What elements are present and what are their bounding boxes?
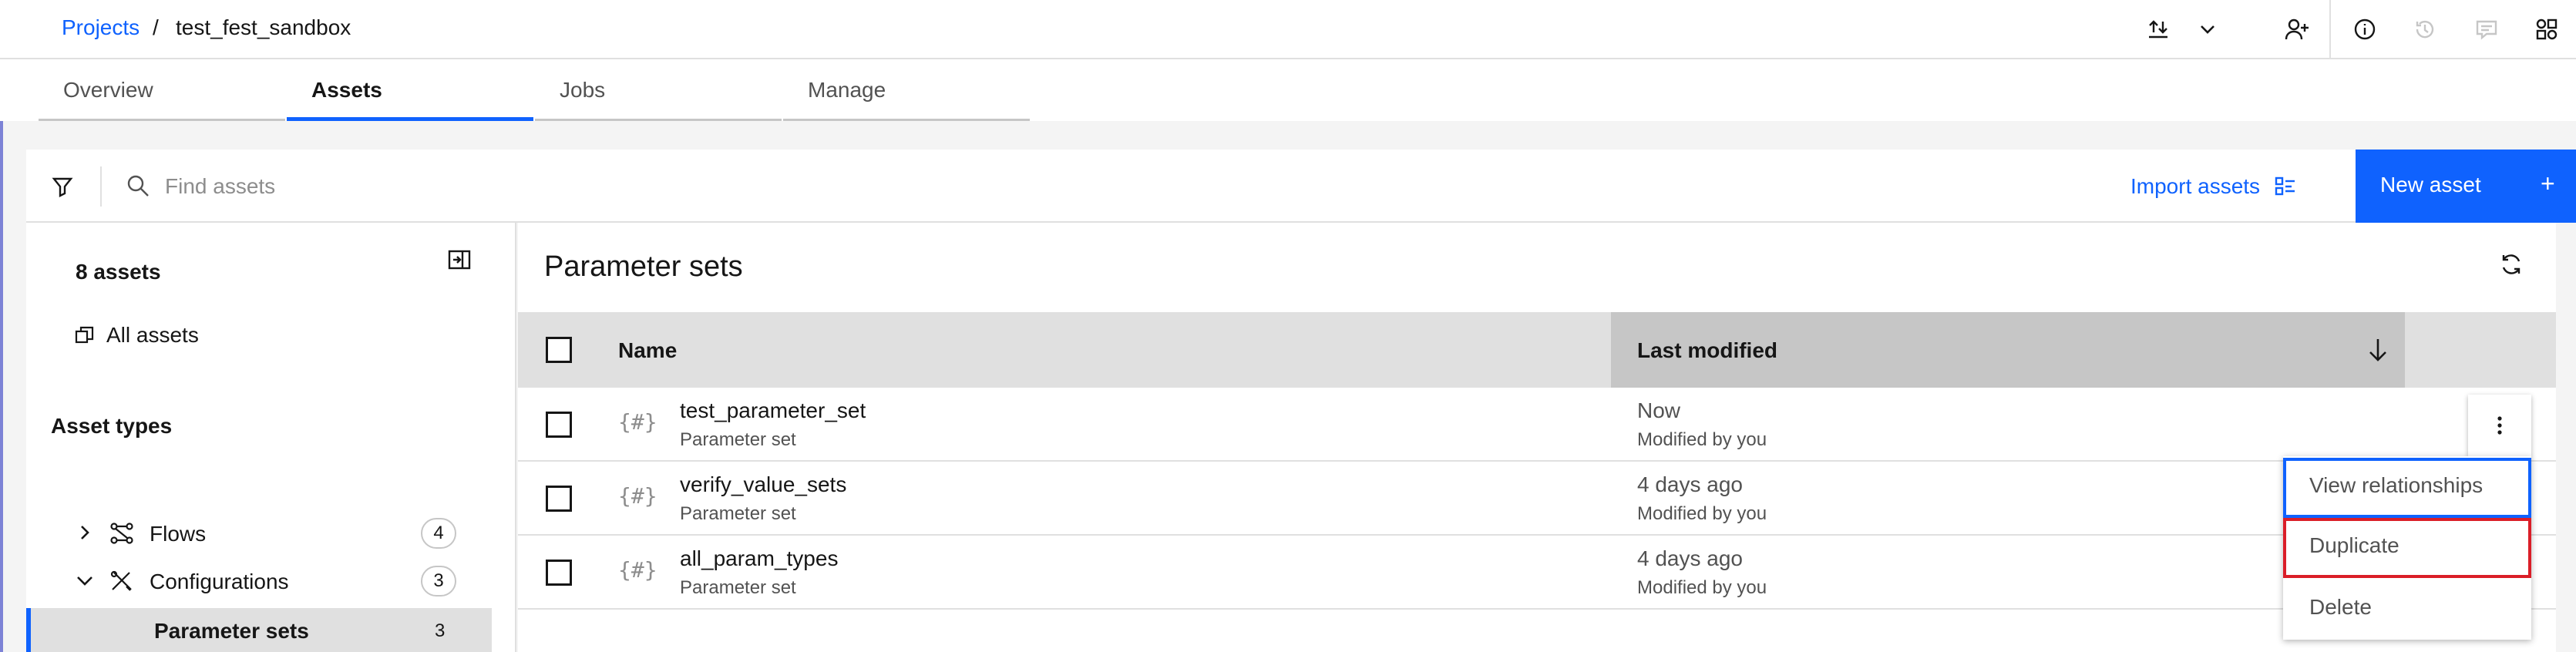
count-badge: 3 [421,566,456,597]
history-icon[interactable] [2410,14,2440,45]
tree-item-label: Configurations [150,570,289,593]
breadcrumb-current-project: test_fest_sandbox [176,15,351,39]
count-badge: 4 [421,518,456,549]
modified-by: Modified by you [1637,577,1767,598]
asset-count: 8 assets [76,260,161,284]
asset-types-heading: Asset types [51,414,173,438]
tab-jobs[interactable]: Jobs [535,59,782,121]
filter-button[interactable] [26,150,99,223]
toolbar-divider [100,166,102,207]
table-row[interactable]: {#} all_param_types Parameter set 4 days… [518,536,2556,610]
apps-icon[interactable] [2531,14,2562,45]
row-checkbox[interactable] [546,486,572,512]
page-title: Parameter sets [544,250,743,283]
asset-name[interactable]: test_parameter_set [680,398,866,423]
import-assets-label: Import assets [2130,173,2261,198]
header-divider [2329,0,2331,59]
breadcrumb-separator: / [153,15,159,39]
tree-item-label: Parameter sets [154,619,309,643]
asset-browser-sidebar: 8 assets All assets Asset types Flows 4 … [26,223,516,652]
all-assets-link[interactable]: All assets [74,323,199,348]
chevron-right-icon [76,523,94,542]
breadcrumb-projects-link[interactable]: Projects [62,15,140,40]
row-checkbox[interactable] [546,412,572,438]
overflow-menu: View relationships Duplicate Delete [2283,456,2531,640]
tab-overview[interactable]: Overview [39,59,285,121]
menu-item-view-relationships[interactable]: View relationships [2283,458,2531,518]
flow-icon [109,522,134,545]
assets-toolbar: Import assets New asset + [26,150,2576,223]
asset-type: Parameter set [680,503,796,524]
parameter-set-icon: {#} [618,483,657,509]
add-icon: + [2541,170,2555,197]
upload-icon[interactable] [2143,14,2174,45]
filter-icon [51,175,74,198]
table-row[interactable]: {#} verify_value_sets Parameter set 4 da… [518,462,2556,536]
tree-item-label: Flows [150,522,207,546]
column-header-name[interactable]: Name [618,338,677,363]
tab-assets[interactable]: Assets [287,59,533,121]
select-all-checkbox[interactable] [546,337,572,363]
project-tabs: Overview Assets Jobs Manage [0,59,2576,121]
import-assets-button[interactable]: Import assets [2130,150,2297,223]
modified-by: Modified by you [1637,503,1767,524]
parameter-set-icon: {#} [618,557,657,583]
count-label: 3 [435,620,446,641]
new-asset-label: New asset [2380,173,2481,197]
all-assets-label: All assets [106,323,199,347]
search-input[interactable] [165,165,1938,208]
add-collaborator-icon[interactable] [2282,14,2312,45]
last-modified: 4 days ago [1637,472,1743,496]
asset-type: Parameter set [680,577,796,598]
tree-item-flows[interactable]: Flows 4 [26,509,492,557]
asset-name[interactable]: all_param_types [680,546,838,571]
chevron-down-icon [76,571,94,590]
tab-manage[interactable]: Manage [783,59,1030,121]
menu-item-delete[interactable]: Delete [2283,580,2531,640]
info-icon[interactable] [2349,14,2380,45]
table-header: Name Last modified [518,312,2556,388]
asset-name[interactable]: verify_value_sets [680,472,846,497]
asset-list-panel: Parameter sets Name Last modified {#} te… [518,223,2556,652]
tree-item-parameter-sets[interactable]: Parameter sets 3 [26,608,492,652]
comments-icon[interactable] [2471,14,2502,45]
asset-type: Parameter set [680,429,796,450]
copy-icon [74,324,96,346]
modified-by: Modified by you [1637,429,1767,450]
search-icon [125,173,151,199]
new-asset-button[interactable]: New asset + [2356,150,2576,223]
menu-item-duplicate[interactable]: Duplicate [2283,518,2531,578]
column-header-last-modified[interactable]: Last modified [1637,338,1777,363]
sort-descending-icon[interactable] [2366,337,2389,363]
parameter-set-icon: {#} [618,409,657,435]
top-header: Projects / test_fest_sandbox [0,0,2576,59]
chevron-down-icon[interactable] [2192,14,2223,45]
collapse-panel-icon[interactable] [447,247,472,272]
tree-item-configurations[interactable]: Configurations 3 [26,557,492,605]
last-modified: Now [1637,398,1681,422]
import-icon [2274,175,2297,198]
table-row[interactable]: {#} test_parameter_set Parameter set Now… [518,388,2556,462]
last-modified: 4 days ago [1637,546,1743,570]
tools-icon [109,570,134,593]
overflow-menu-button[interactable] [2468,395,2531,456]
refresh-icon[interactable] [2499,252,2524,277]
overflow-menu-vertical-icon [2497,415,2503,435]
row-checkbox[interactable] [546,560,572,586]
